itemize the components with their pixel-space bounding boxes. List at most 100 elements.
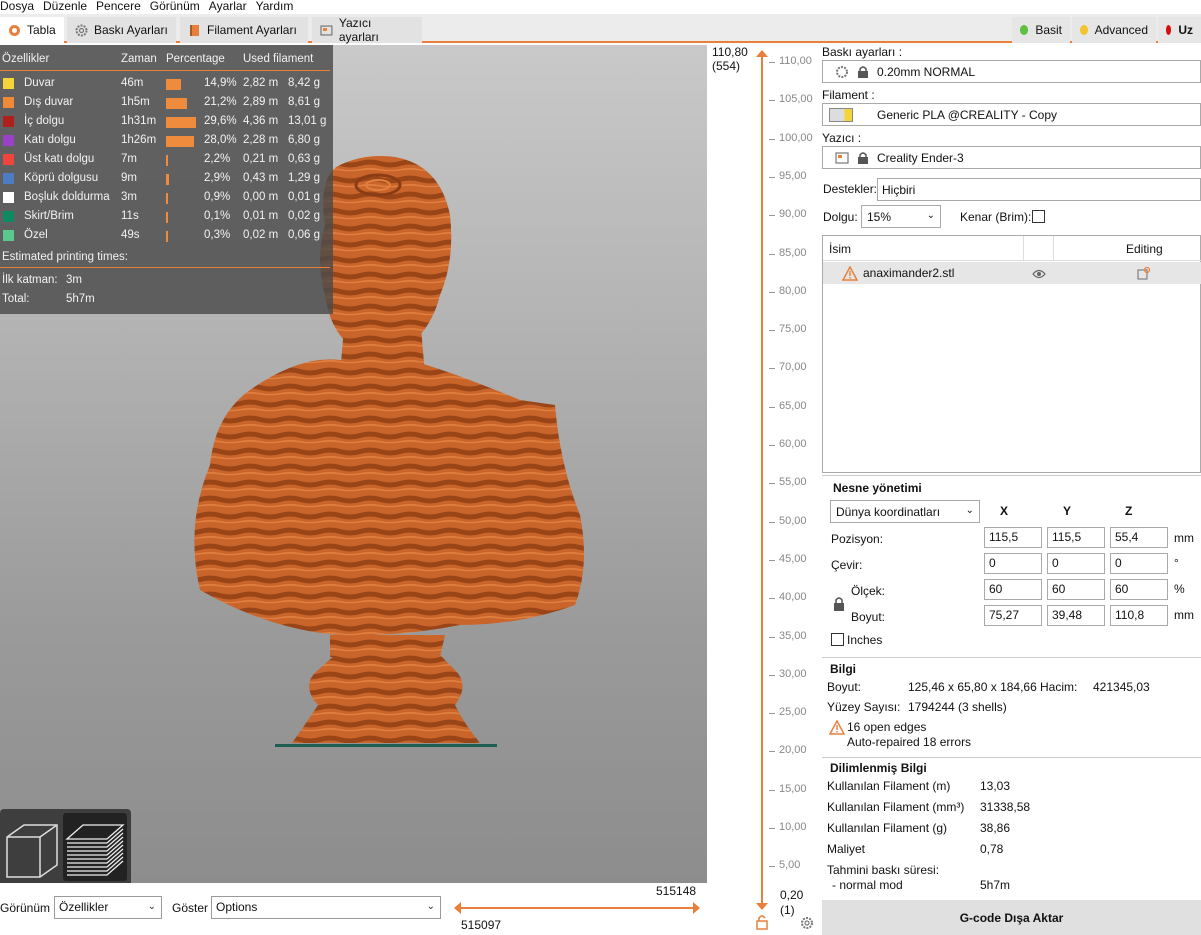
legend-color-swatch xyxy=(3,192,14,203)
settings-gear-icon[interactable] xyxy=(800,916,814,930)
legend-weight: 0,06 g xyxy=(288,229,320,241)
vertical-layer-slider[interactable] xyxy=(752,48,772,928)
brim-checkbox[interactable] xyxy=(1032,210,1045,223)
position-x-input[interactable]: 115,5 xyxy=(984,527,1042,548)
chevron-down-icon: ⌄ xyxy=(965,505,974,516)
layer-tick-label: 10,00 xyxy=(779,821,807,833)
scale-lock-icon[interactable] xyxy=(833,596,845,612)
sliced-label: Kullanılan Filament (mm³) xyxy=(827,800,965,814)
layer-tick-label: 5,00 xyxy=(779,859,801,872)
rotate-z-input[interactable]: 0 xyxy=(1110,553,1168,574)
show-options-select[interactable]: Options ⌄ xyxy=(211,896,441,919)
tab-plater[interactable]: Tabla xyxy=(0,17,64,43)
legend-feature-name: Üst katı dolgu xyxy=(24,153,95,165)
horizontal-move-slider[interactable] xyxy=(452,898,702,918)
legend-row: Skirt/Brim 11s 0,1% 0,01 m 0,02 g xyxy=(0,207,333,226)
layer-bottom-number: (1) xyxy=(780,903,795,917)
mode-expert[interactable]: Uz xyxy=(1158,17,1201,43)
lock-icon[interactable] xyxy=(755,914,769,930)
size-z-input[interactable]: 110,8 xyxy=(1110,605,1168,626)
supports-label: Destekler: xyxy=(823,182,878,196)
edit-settings-icon[interactable] xyxy=(1137,266,1151,280)
legend-row: Boşluk doldurma 3m 0,9% 0,00 m 0,01 g xyxy=(0,188,333,207)
3d-view-button[interactable] xyxy=(2,817,60,879)
legend-time: 46m xyxy=(121,77,144,89)
menu-dosya[interactable]: Dosya xyxy=(0,0,43,14)
legend-time: 1h5m xyxy=(121,96,150,108)
position-y-input[interactable]: 115,5 xyxy=(1047,527,1105,548)
layer-tick-mark xyxy=(769,253,775,255)
hslider-upper-value: 515148 xyxy=(656,884,697,898)
chevron-down-icon: ⌄ xyxy=(926,210,935,221)
menu-yardim[interactable]: Yardım xyxy=(256,0,303,14)
show-options-value: Options xyxy=(216,900,258,914)
view-toggle-panel xyxy=(0,809,131,883)
legend-feature-name: Dış duvar xyxy=(24,96,74,108)
menu-duzenle[interactable]: Düzenle xyxy=(43,0,96,14)
size-x-input[interactable]: 75,27 xyxy=(984,605,1042,626)
mode-label: Uz xyxy=(1178,23,1193,37)
legend-color-swatch xyxy=(3,173,14,184)
layer-tick-label: 35,00 xyxy=(779,629,807,642)
info-size-value: 125,46 x 65,80 x 184,66 xyxy=(908,680,1037,694)
red-dot-icon xyxy=(1166,25,1172,35)
scale-y-input[interactable]: 60 xyxy=(1047,579,1105,600)
infill-select[interactable]: 15% ⌄ xyxy=(861,205,941,228)
eye-icon[interactable] xyxy=(1032,269,1046,279)
printer-label: Yazıcı : xyxy=(822,131,862,145)
object-row[interactable]: anaximander2.stl xyxy=(823,262,1201,284)
filament-combo[interactable]: Generic PLA @CREALITY - Copy xyxy=(822,103,1201,126)
layer-tick-label: 20,00 xyxy=(779,744,807,757)
tab-label: Yazıcı ayarları xyxy=(338,16,379,44)
filament-value: Generic PLA @CREALITY - Copy xyxy=(877,108,1058,122)
rotate-x-input[interactable]: 0 xyxy=(984,553,1042,574)
legend-percentage-bar xyxy=(166,212,168,223)
print-settings-combo[interactable]: 0.20mm NORMAL xyxy=(822,60,1201,83)
legend-feature-name: Boşluk doldurma xyxy=(24,191,110,203)
layer-tick-label: 50,00 xyxy=(779,514,807,527)
rotate-y-input[interactable]: 0 xyxy=(1047,553,1105,574)
view-label: Görünüm xyxy=(0,901,51,915)
est-time-label: Tahmini baskı süresi: xyxy=(827,863,940,877)
export-gcode-button[interactable]: G-code Dışa Aktar xyxy=(822,900,1201,935)
mode-advanced[interactable]: Advanced xyxy=(1072,17,1156,43)
legend-percentage-bar xyxy=(166,231,168,242)
inches-checkbox[interactable] xyxy=(831,633,844,646)
scale-z-input[interactable]: 60 xyxy=(1110,579,1168,600)
supports-select[interactable]: Hiçbiri xyxy=(877,178,1201,201)
chevron-down-icon: ⌄ xyxy=(426,901,435,912)
first-layer-label: İlk katman: xyxy=(2,274,58,286)
object-list: İsim Editing anaximander2.stl xyxy=(822,235,1201,473)
tab-print-settings[interactable]: Baskı Ayarları xyxy=(67,17,176,43)
filament-spool-icon xyxy=(190,24,199,36)
layer-tick-mark xyxy=(769,445,775,446)
coordinate-system-select[interactable]: Dünya koordinatları ⌄ xyxy=(830,500,980,523)
layer-tick-label: 15,00 xyxy=(779,782,807,795)
view-type-select[interactable]: Özellikler ⌄ xyxy=(54,896,162,919)
menu-ayarlar[interactable]: Ayarlar xyxy=(209,0,256,14)
layer-tick-label: 100,00 xyxy=(779,131,813,144)
legend-row: Köprü dolgusu 9m 2,9% 0,43 m 1,29 g xyxy=(0,169,333,188)
legend-percentage-bar xyxy=(166,117,196,128)
menu-pencere[interactable]: Pencere xyxy=(96,0,150,14)
legend-percentage-bar xyxy=(166,155,169,166)
printer-combo[interactable]: Creality Ender-3 xyxy=(822,146,1201,169)
menu-gorunum[interactable]: Görünüm xyxy=(150,0,209,14)
legend-time: 9m xyxy=(121,172,137,184)
legend-row: Dış duvar 1h5m 21,2% 2,89 m 8,61 g xyxy=(0,93,333,112)
size-y-input[interactable]: 39,48 xyxy=(1047,605,1105,626)
tab-printer-settings[interactable]: Yazıcı ayarları xyxy=(312,16,422,44)
mode-simple[interactable]: Basit xyxy=(1012,17,1070,43)
layer-tick-mark xyxy=(769,521,775,523)
layers-view-button[interactable] xyxy=(63,813,127,881)
position-z-input[interactable]: 55,4 xyxy=(1110,527,1168,548)
scale-x-input[interactable]: 60 xyxy=(984,579,1042,600)
legend-weight: 8,61 g xyxy=(288,96,320,108)
layer-slider-panel: 110,80 (554) 110,00 105,00 100,00 95,00 90,0… xyxy=(707,45,822,935)
warning-open-edges: 16 open edges xyxy=(847,720,927,734)
legend-color-swatch xyxy=(3,211,14,222)
layer-tick-label: 55,00 xyxy=(779,476,807,489)
3d-preview-canvas[interactable]: Özellikler Zaman Percentage Used filamen… xyxy=(0,45,707,883)
tab-filament-settings[interactable]: Filament Ayarları xyxy=(180,17,308,43)
legend-color-swatch xyxy=(3,135,14,146)
